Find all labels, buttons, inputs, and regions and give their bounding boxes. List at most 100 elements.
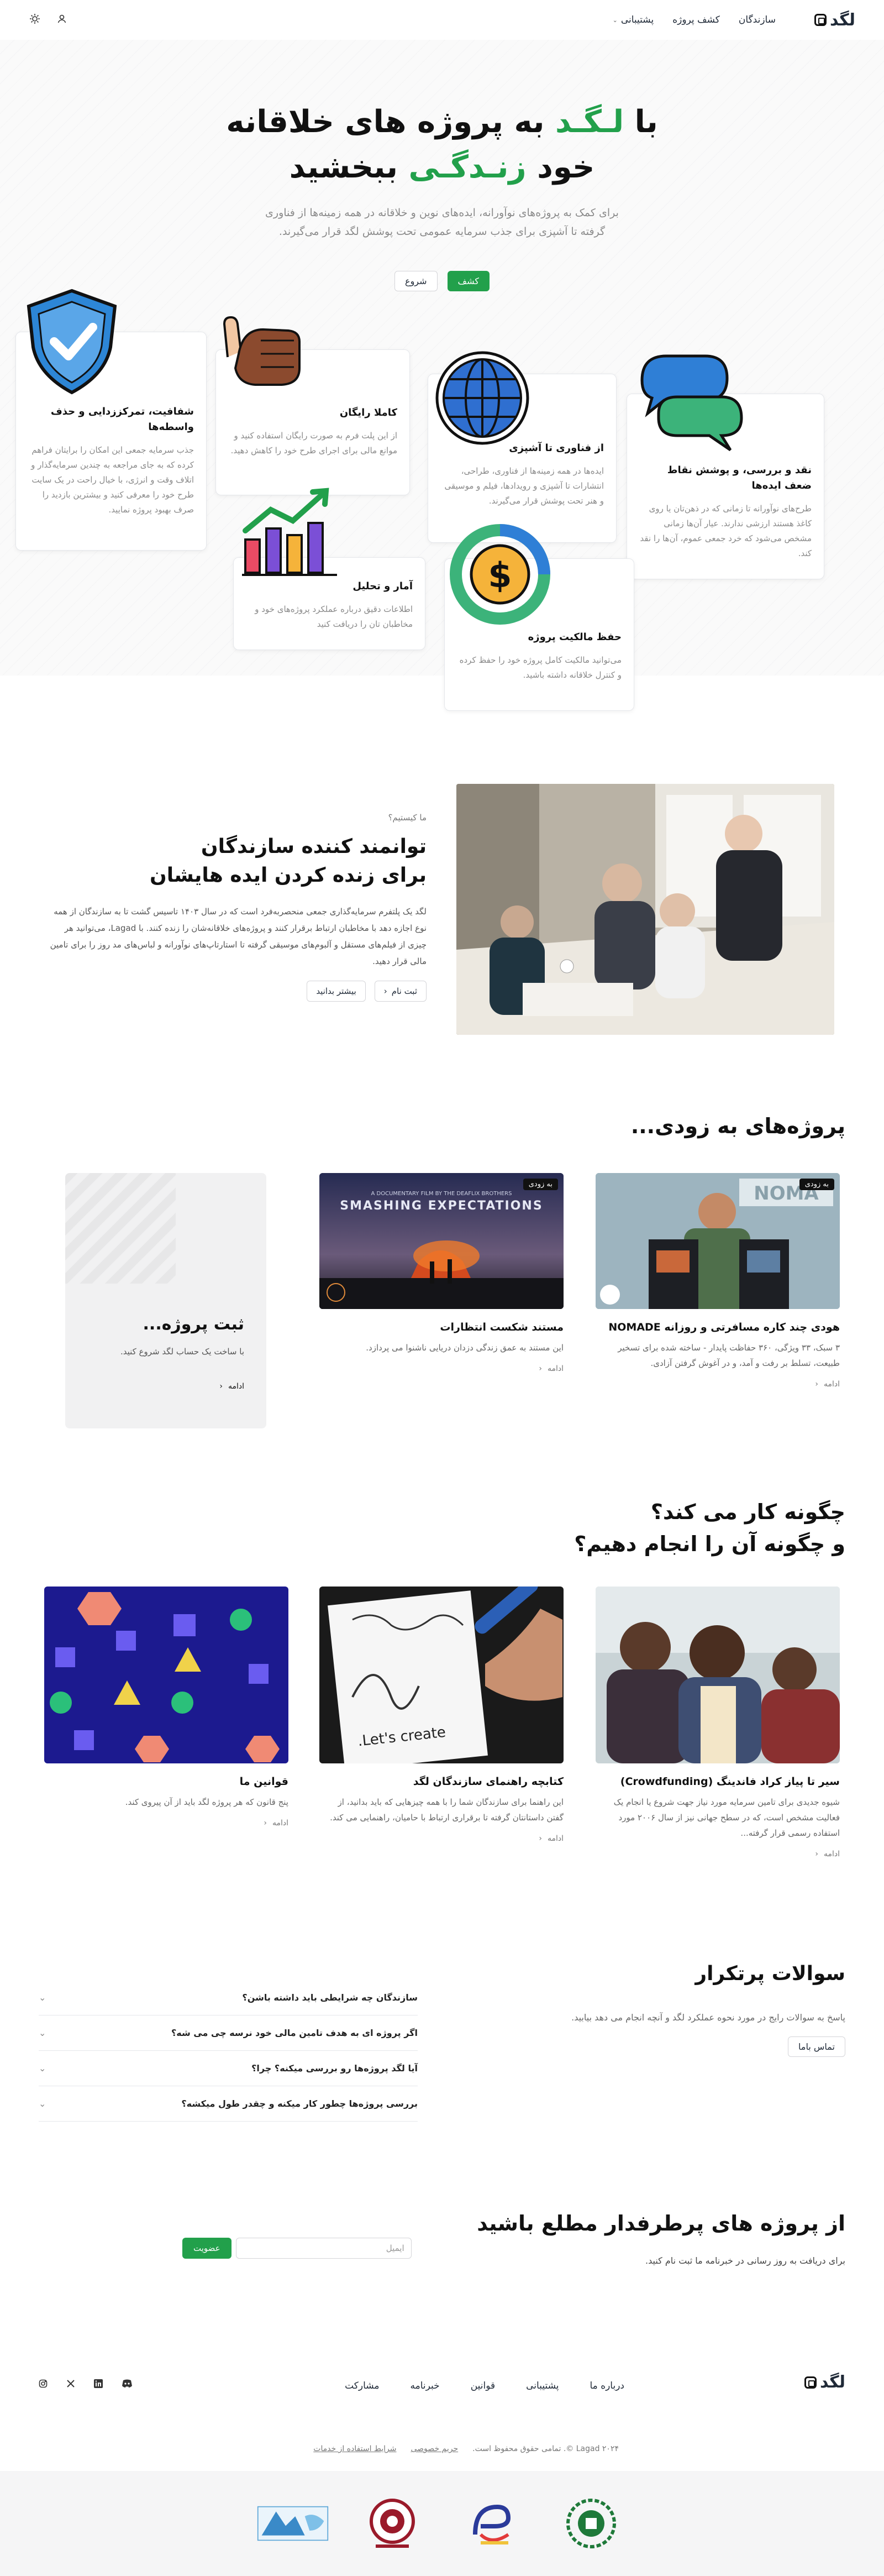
- project-title: ثبت پروژه...: [143, 1315, 244, 1334]
- nav-creators[interactable]: سازندگان: [739, 14, 776, 25]
- footer-link-contribute[interactable]: مشارکت: [345, 2380, 379, 2391]
- about-section: ما کیستیم؟ توانمند کننده سازندگان برای ز…: [45, 813, 427, 1002]
- discord-icon[interactable]: [122, 2379, 133, 2391]
- hero-title-line1: با لـگـد به پروژه های خلاقانه: [0, 100, 884, 145]
- privacy-link[interactable]: حریم خصوصی: [411, 2444, 459, 2453]
- faq-item[interactable]: اگر پروژه ای به هدف تامین مالی خود نرسه …: [39, 2015, 418, 2051]
- hand-stop-icon: [217, 307, 311, 398]
- email-field[interactable]: ایمیل: [235, 2238, 412, 2259]
- footer-logo[interactable]: لگد: [804, 2373, 845, 2392]
- faq-item[interactable]: سازندگان چه شرایطی باید داشته باشن؟ ⌄: [39, 1980, 418, 2015]
- chevron-down-icon: ⌄: [39, 2063, 46, 2074]
- faq-question: اگر پروژه ای به هدف تامین مالی خود نرسه …: [171, 2028, 418, 2038]
- how-card-handbook[interactable]: Let's create. کتابچه راهنمای سازندگان لگ…: [319, 1587, 564, 1843]
- footer-link-support[interactable]: پشتیبانی: [526, 2380, 559, 2391]
- how-more-link[interactable]: ادامه ‹: [44, 1819, 288, 1828]
- start-button[interactable]: شروع: [394, 271, 438, 291]
- globe-icon: [430, 348, 535, 450]
- subscribe-button[interactable]: عضویت: [182, 2238, 231, 2259]
- terms-link[interactable]: شرایط استفاده از خدمات: [313, 2444, 396, 2453]
- logo[interactable]: لگد: [814, 11, 855, 30]
- how-card-rules[interactable]: قوانین ما پنج قانون که هر پروژه لگد باید…: [44, 1587, 288, 1828]
- enamad-badge[interactable]: [456, 2493, 528, 2554]
- footer-links: درباره ما پشتیبانی قوانین خبرنامه مشارکت: [345, 2380, 624, 2391]
- about-title: توانمند کننده سازندگان برای زنده کردن ای…: [45, 833, 427, 890]
- learn-more-button[interactable]: بیشتر بدانید: [307, 981, 366, 1002]
- association-badge[interactable]: [257, 2493, 329, 2554]
- project-title: مستند شکست انتظارات: [440, 1321, 564, 1333]
- faq-item[interactable]: آیا لگد پروژه‌ها رو بررسی میکنه؟ چرا؟ ⌄: [39, 2051, 418, 2086]
- logo-text: لگد: [829, 10, 855, 30]
- hero-title-line2: خود زنـدگـی ببخشید: [0, 145, 884, 190]
- chevron-down-icon: ⌄: [39, 1992, 46, 2003]
- main-nav: سازندگان کشف پروژه پشتیبانی ⌄: [613, 14, 776, 25]
- footer: لگد درباره ما پشتیبانی قوانین خبرنامه مش…: [0, 2362, 884, 2472]
- project-more-link[interactable]: ادامه ‹: [319, 1364, 564, 1373]
- logo-icon: [814, 14, 827, 26]
- how-desc: شیوه جدیدی برای تامین سرمایه مورد نیاز ج…: [613, 1797, 840, 1838]
- x-twitter-icon[interactable]: [66, 2379, 75, 2391]
- more-label: ادامه: [228, 1382, 244, 1391]
- discover-button[interactable]: کشف: [447, 271, 490, 291]
- how-title-line: و چگونه آن را انجام دهیم؟: [574, 1532, 845, 1556]
- linkedin-icon[interactable]: [94, 2379, 103, 2391]
- header-icons: [29, 13, 67, 28]
- faq-question: بررسی پروژه‌ها چطور کار میکنه و چقدر طول…: [181, 2098, 418, 2109]
- social-links: [39, 2379, 133, 2391]
- chevron-left-icon: ‹: [383, 986, 387, 996]
- about-eyebrow: ما کیستیم؟: [388, 813, 427, 823]
- about-title-line: برای زنده کردن ایده هایشان: [150, 864, 427, 887]
- page: لگد سازندگان کشف پروژه پشتیبانی ⌄ با لـگ…: [0, 0, 884, 2576]
- nav-discover[interactable]: کشف پروژه: [672, 14, 720, 25]
- samandehi-badge[interactable]: [555, 2493, 627, 2554]
- coming-soon-badge: به زودی: [799, 1179, 834, 1190]
- feature-title: شفافیت، تمرکززدایی و حذف واسطه‌ها: [50, 406, 194, 433]
- nav-support[interactable]: پشتیبانی ⌄: [613, 14, 654, 25]
- more-label: ادامه: [272, 1819, 288, 1828]
- project-more-link[interactable]: ادامه ‹: [596, 1380, 840, 1389]
- hero-title-highlight: زنـدگـی: [408, 149, 527, 185]
- chat-bubbles-icon: [633, 347, 749, 460]
- user-icon[interactable]: [56, 13, 67, 27]
- faq-subtitle: پاسخ به سوالات رایج در مورد نحوه عملکرد …: [571, 2012, 845, 2023]
- faq-question: سازندگان چه شرایطی باید داشته باشن؟: [242, 1992, 418, 2003]
- project-desc: ۳ سبک، ۳۳ ویژگی، ۳۶۰ حفاظت پایدار - ساخت…: [618, 1343, 840, 1368]
- contact-us-button[interactable]: تماس باما: [788, 2036, 845, 2057]
- how-title: قوانین ما: [239, 1776, 288, 1788]
- placeholder-stripes: [65, 1173, 176, 1284]
- project-card-documentary[interactable]: A DOCUMENTARY FILM BY THE DEAFLIX BROTHE…: [319, 1173, 564, 1373]
- chevron-down-icon: ⌄: [39, 2028, 46, 2038]
- projects-section-title: پروژه‌های به زودی...: [630, 1114, 845, 1138]
- about-title-line: توانمند کننده سازندگان: [201, 835, 427, 858]
- faq-item[interactable]: بررسی پروژه‌ها چطور کار میکنه و چقدر طول…: [39, 2086, 418, 2122]
- how-section-title: چگونه کار می کند؟ و چگونه آن را انجام ده…: [574, 1496, 845, 1560]
- feature-desc: طرح‌های نوآورانه تا زمانی که در ذهن‌تان …: [640, 504, 812, 558]
- register-button[interactable]: ثبت نام ‹: [374, 981, 427, 1002]
- how-more-link[interactable]: ادامه ‹: [596, 1850, 840, 1858]
- instagram-icon[interactable]: [39, 2379, 48, 2391]
- chevron-left-icon: ‹: [815, 1850, 818, 1858]
- newsletter-subtitle: برای دریافت به روز رسانی در خبرنامه ما ث…: [645, 2255, 845, 2266]
- footer-link-newsletter[interactable]: خبرنامه: [411, 2380, 440, 2391]
- copyright-text: Lagad ۲۰۲۴ ©. تمامی حقوق محفوظ است.: [472, 2444, 619, 2453]
- footer-link-about[interactable]: درباره ما: [590, 2380, 625, 2391]
- project-more-link[interactable]: ادامه ‹: [219, 1382, 244, 1391]
- footer-bottom: Lagad ۲۰۲۴ ©. تمامی حقوق محفوظ است. حریم…: [313, 2444, 619, 2453]
- theme-toggle-icon[interactable]: [29, 13, 41, 28]
- nav-support-label: پشتیبانی: [620, 14, 654, 25]
- project-card-nomade[interactable]: NOMA به زودی هودی چند کاره مسافرتی و روز…: [596, 1173, 840, 1389]
- how-title: سیر تا پیاز کراد فاندینگ (Crowdfunding): [620, 1776, 840, 1788]
- hero-title-word: به پروژه های خلاقانه: [226, 104, 545, 140]
- register-label: ثبت نام: [391, 986, 417, 996]
- how-more-link[interactable]: ادامه ‹: [319, 1834, 564, 1843]
- project-card-submit[interactable]: ثبت پروژه... با ساخت یک حساب لگد شروع کن…: [65, 1173, 266, 1428]
- union-badge[interactable]: [356, 2493, 428, 2554]
- trust-badges-bar: [0, 2471, 884, 2576]
- newsletter-title: از پروژه های پرطرفدار مطلع باشید: [477, 2211, 845, 2235]
- footer-link-rules[interactable]: قوانین: [471, 2380, 495, 2391]
- feature-desc: می‌توانید مالکیت کامل پروژه خود را حفظ ک…: [459, 655, 622, 680]
- how-card-crowdfunding[interactable]: سیر تا پیاز کراد فاندینگ (Crowdfunding) …: [596, 1587, 840, 1858]
- feature-title: حفظ مالکیت پروژه: [528, 631, 622, 643]
- coming-soon-badge: به زودی: [523, 1179, 558, 1190]
- about-buttons: ثبت نام ‹ بیشتر بدانید: [45, 981, 427, 1002]
